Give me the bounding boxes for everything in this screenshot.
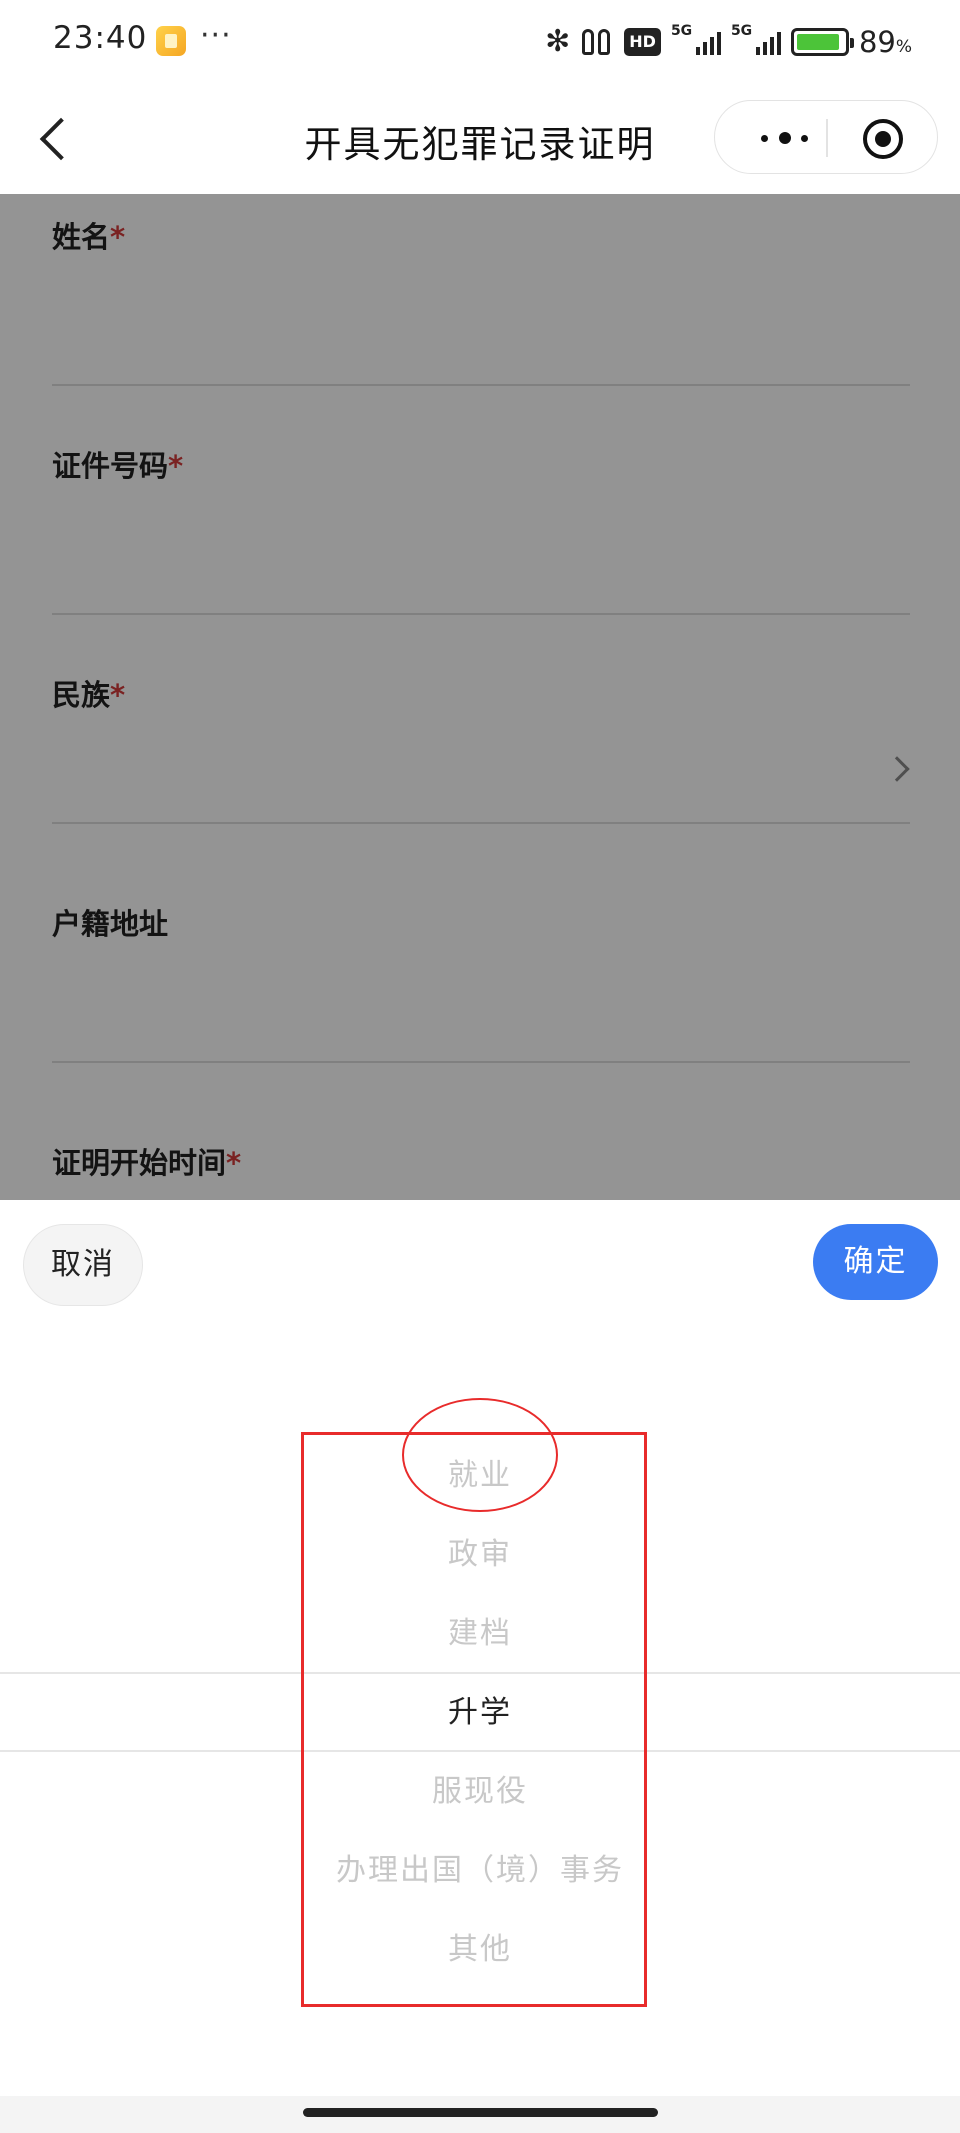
home-indicator-area	[0, 2096, 960, 2133]
close-mini-program-icon[interactable]	[863, 119, 903, 159]
mini-program-capsule	[714, 100, 938, 174]
capsule-divider	[826, 119, 828, 157]
more-menu-icon[interactable]	[745, 121, 825, 155]
annotation-rectangle	[301, 1432, 647, 2007]
hd-voice-badge: HD	[624, 28, 661, 56]
status-time: 23:40	[53, 20, 148, 56]
cancel-button[interactable]: 取消	[23, 1224, 143, 1306]
bluetooth-icon: ✻	[545, 24, 571, 59]
sim1-5g-label: 5G	[670, 23, 693, 39]
battery-icon	[790, 28, 854, 56]
home-indicator-bar[interactable]	[303, 2108, 658, 2117]
sim2-5g-label: 5G	[730, 23, 753, 39]
confirm-button[interactable]: 确定	[813, 1224, 938, 1300]
signal-5g-icon-2: 5G	[731, 23, 781, 57]
signal-5g-icon-1: 5G	[671, 23, 721, 57]
notes-app-icon	[156, 26, 186, 56]
status-bar: 23:40 ··· ✻ HD 5G 5G 89%	[0, 0, 960, 84]
navigation-bar: 开具无犯罪记录证明	[0, 84, 960, 194]
earbuds-icon	[580, 27, 614, 57]
modal-overlay[interactable]	[0, 194, 960, 1200]
annotation-circle	[402, 1398, 558, 1512]
battery-percent: 89%	[858, 25, 912, 59]
status-indicators: ✻ HD 5G 5G 89%	[545, 22, 912, 62]
more-notifications-icon: ···	[200, 18, 232, 53]
